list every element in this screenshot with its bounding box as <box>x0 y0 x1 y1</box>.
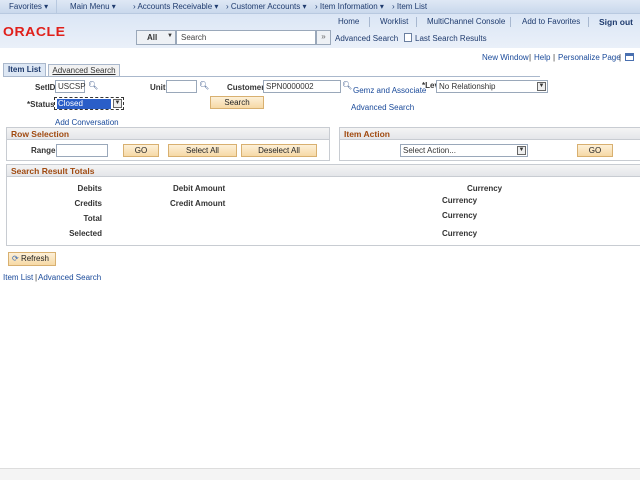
level-select[interactable]: No Relationship ▼ <box>436 80 548 93</box>
search-result-totals-panel: Search Result Totals Debits Debit Amount… <box>6 164 640 246</box>
home-link[interactable]: Home <box>338 17 359 26</box>
lookup-icon[interactable]: 🔍︎ <box>199 81 209 90</box>
search-results-icon <box>404 33 412 42</box>
item-action-title: Item Action <box>340 128 640 140</box>
currency-label: Currency <box>442 196 478 205</box>
chevron-down-icon: ▼ <box>167 33 173 39</box>
multichannel-console-link[interactable]: MultiChannel Console <box>427 17 505 26</box>
item-action-panel: Item Action Select Action... ▼ GO <box>339 127 640 161</box>
add-conversation-link[interactable]: Add Conversation <box>55 118 119 127</box>
totals-title: Search Result Totals <box>7 165 640 177</box>
credit-amount-label: Credit Amount <box>170 199 226 208</box>
unit-input[interactable] <box>166 80 197 93</box>
item-action-select[interactable]: Select Action... ▼ <box>400 144 528 157</box>
nav-favorites[interactable]: Favorites ▾ <box>9 2 48 11</box>
tab-advanced-search[interactable]: Advanced Search <box>48 64 120 76</box>
last-search-results-link[interactable]: Last Search Results <box>415 34 487 43</box>
item-action-go-button[interactable]: GO <box>577 144 613 157</box>
nav-item-information[interactable]: › Item Information ▾ <box>315 2 384 11</box>
row-selection-title: Row Selection <box>7 128 329 140</box>
unit-label: Unit <box>150 83 166 92</box>
chevron-down-icon: ▼ <box>537 82 546 91</box>
footer-separator: | <box>35 273 38 282</box>
total-label: Total <box>83 214 102 223</box>
tab-divider <box>3 76 540 77</box>
deselect-all-button[interactable]: Deselect All <box>241 144 317 157</box>
refresh-icon: ⟳ <box>12 254 19 263</box>
search-input[interactable]: Search <box>176 30 316 45</box>
go-button[interactable]: GO <box>123 144 159 157</box>
sign-out-link[interactable]: Sign out <box>599 17 633 27</box>
status-select[interactable]: Closed ▼ <box>54 97 124 110</box>
customer-label: Customer <box>227 83 265 92</box>
nav-accounts-receivable[interactable]: › Accounts Receivable ▾ <box>133 2 218 11</box>
nav-main-menu[interactable]: Main Menu ▾ <box>70 2 116 11</box>
search-scope-select[interactable]: All ▼ <box>136 30 176 45</box>
search-scope-value: All <box>147 33 158 42</box>
credits-label: Credits <box>74 199 102 208</box>
currency-label: Currency <box>442 211 478 220</box>
nav-customer-accounts[interactable]: › Customer Accounts ▾ <box>226 2 307 11</box>
chevron-down-icon: ▼ <box>113 99 122 108</box>
breadcrumb-nav: Favorites ▾ Main Menu ▾ › Accounts Recei… <box>0 0 640 14</box>
tab-item-list[interactable]: Item List <box>3 63 46 76</box>
add-to-favorites-link[interactable]: Add to Favorites <box>522 17 580 26</box>
footer-item-list-link[interactable]: Item List <box>3 273 33 282</box>
header-advanced-search-link[interactable]: Advanced Search <box>335 34 398 43</box>
lookup-icon[interactable]: 🔍︎ <box>88 81 98 90</box>
worklist-link[interactable]: Worklist <box>380 17 408 26</box>
selected-label: Selected <box>69 229 102 238</box>
debit-amount-label: Debit Amount <box>173 184 226 193</box>
oracle-logo: ORACLE <box>3 24 66 39</box>
customer-input[interactable]: SPN0000002 <box>263 80 341 93</box>
range-label: Range <box>31 146 56 155</box>
setid-input[interactable]: USCSP <box>55 80 86 93</box>
advanced-search-link[interactable]: Advanced Search <box>351 103 414 112</box>
status-label: *Status <box>27 100 55 109</box>
help-link[interactable]: Help <box>534 53 550 62</box>
currency-label: Currency <box>442 229 478 238</box>
debits-label: Debits <box>77 184 102 193</box>
setid-label: SetID <box>35 83 56 92</box>
customer-name-link[interactable]: Gemz and Associate <box>353 86 426 95</box>
search-button[interactable]: Search <box>210 96 264 109</box>
new-window-link[interactable]: New Window <box>482 53 529 62</box>
select-all-button[interactable]: Select All <box>168 144 237 157</box>
footer-advanced-search-link[interactable]: Advanced Search <box>38 273 101 282</box>
row-selection-panel: Row Selection Range GO Select All Desele… <box>6 127 330 161</box>
divider <box>56 0 57 14</box>
nav-item-list[interactable]: › Item List <box>392 2 427 11</box>
search-go-button[interactable]: » <box>316 30 331 45</box>
currency-label: Currency <box>467 184 503 193</box>
header: ORACLE Home Worklist MultiChannel Consol… <box>0 14 640 48</box>
personalize-page-link[interactable]: Personalize Page <box>558 53 621 62</box>
lookup-icon[interactable]: 🔍︎ <box>342 81 352 90</box>
refresh-button[interactable]: ⟳ Refresh <box>8 252 56 266</box>
horizontal-scrollbar[interactable] <box>0 468 640 480</box>
range-input[interactable] <box>56 144 108 157</box>
grid-icon[interactable] <box>625 53 634 61</box>
chevron-down-icon: ▼ <box>517 146 526 155</box>
